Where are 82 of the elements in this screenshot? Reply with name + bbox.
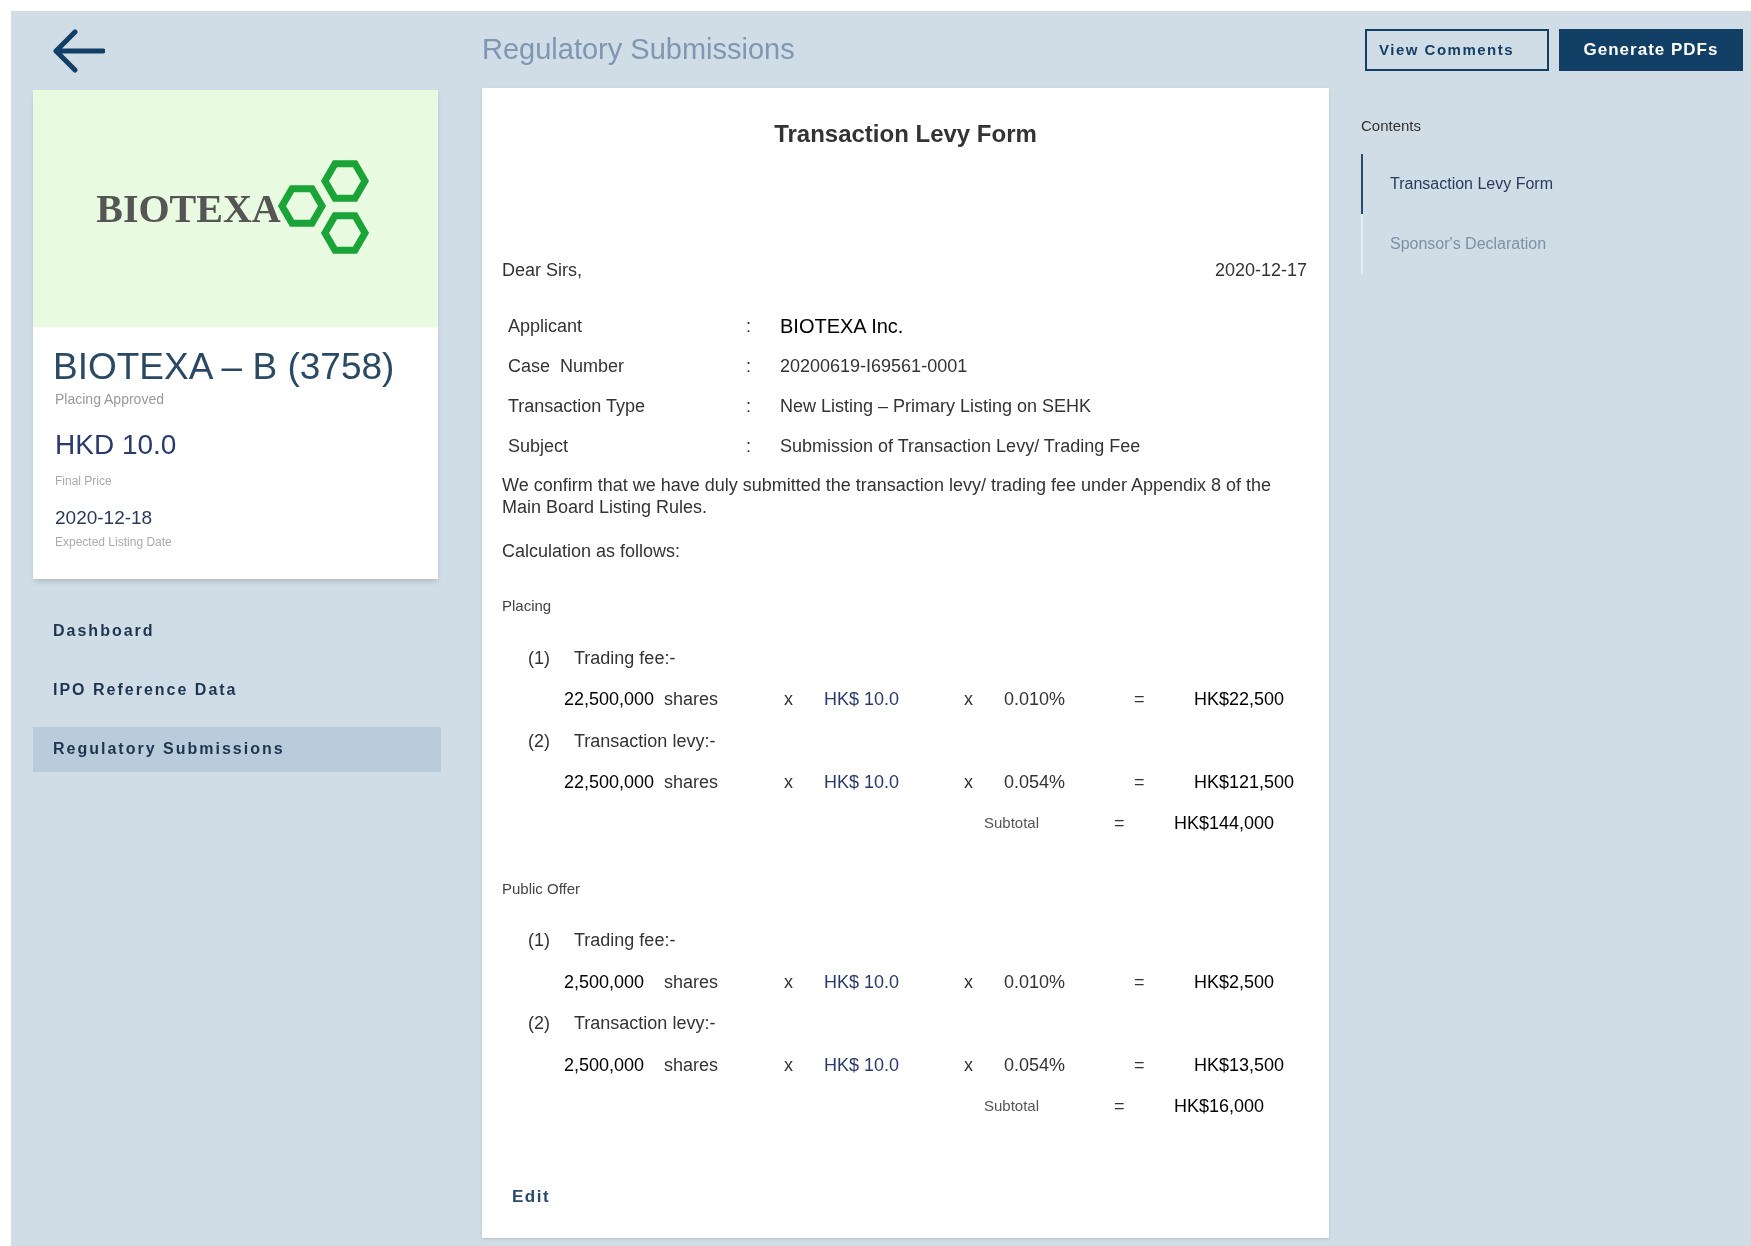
multiply-sign: x <box>784 970 794 994</box>
back-arrow-icon[interactable] <box>51 28 105 73</box>
amount: HK$2,500 <box>1194 970 1275 994</box>
rate: 0.054% <box>1004 771 1067 794</box>
share-price: HK$ 10.0 <box>824 1053 901 1077</box>
sidebar-item[interactable]: IPO Reference Data <box>33 667 441 713</box>
subtotal-label: Subtotal <box>984 1095 1041 1116</box>
contents-item[interactable]: Transaction Levy Form <box>1361 153 1751 214</box>
final-price: HKD 10.0 <box>55 428 178 462</box>
field-value: BIOTEXA Inc. <box>780 314 904 339</box>
field-value: New Listing – Primary Listing on SEHK <box>780 394 1092 418</box>
multiply-sign: x <box>964 970 974 994</box>
share-price: HK$ 10.0 <box>824 970 901 994</box>
item-number: (1) <box>528 929 551 952</box>
field-separator: : <box>746 314 752 338</box>
equals-sign: = <box>1114 812 1126 835</box>
item-label: Transaction levy:- <box>574 729 716 753</box>
subtotal-label: Subtotal <box>984 813 1041 834</box>
item-label: Trading fee:- <box>574 929 676 952</box>
logo-text: BIOTEXA <box>96 184 281 233</box>
amount: HK$121,500 <box>1194 771 1295 794</box>
subtotal-amount: HK$144,000 <box>1174 812 1275 835</box>
calculation-intro: Calculation as follows: <box>502 540 682 563</box>
amount: HK$22,500 <box>1194 688 1285 711</box>
multiply-sign: x <box>964 688 974 711</box>
multiply-sign: x <box>964 1053 974 1077</box>
field-label: Applicant <box>508 314 584 338</box>
share-unit: shares <box>664 771 720 794</box>
equals-sign: = <box>1134 1053 1146 1077</box>
edit-link[interactable]: Edit <box>512 1184 551 1210</box>
field-value: 20200619-I69561-0001 <box>780 354 968 378</box>
status-label: Placing Approved <box>55 390 165 409</box>
share-price: HK$ 10.0 <box>824 771 901 794</box>
rate: 0.010% <box>1004 688 1067 711</box>
amount: HK$13,500 <box>1194 1053 1285 1077</box>
view-comments-button[interactable]: View Comments <box>1365 28 1549 71</box>
sidebar-item[interactable]: Dashboard <box>33 608 441 654</box>
share-unit: shares <box>664 970 720 994</box>
item-label: Transaction levy:- <box>574 1012 716 1035</box>
multiply-sign: x <box>964 771 974 794</box>
subtotal-amount: HK$16,000 <box>1174 1094 1265 1118</box>
equals-sign: = <box>1134 970 1146 994</box>
share-count: 22,500,000 <box>564 771 656 794</box>
share-count: 22,500,000 <box>564 688 656 711</box>
generate-pdfs-button[interactable]: Generate PDFs <box>1559 28 1743 71</box>
field-label: Subject <box>508 434 570 458</box>
share-price: HK$ 10.0 <box>824 688 901 711</box>
multiply-sign: x <box>784 1053 794 1077</box>
field-value: Submission of Transaction Levy/ Trading Fee <box>780 434 1141 458</box>
field-separator: : <box>746 394 752 418</box>
letter-date: 2020-12-17 <box>1214 259 1307 282</box>
section-title: Placing <box>502 596 553 616</box>
equals-sign: = <box>1114 1094 1126 1118</box>
listing-date-label: Expected Listing Date <box>55 533 173 551</box>
rate: 0.010% <box>1004 970 1067 994</box>
equals-sign: = <box>1134 688 1146 711</box>
sidebar-item[interactable]: Regulatory Submissions <box>33 726 441 772</box>
field-separator: : <box>746 434 752 458</box>
equals-sign: = <box>1134 771 1146 794</box>
share-count: 2,500,000 <box>564 970 646 994</box>
item-number: (2) <box>528 1012 551 1035</box>
rate: 0.054% <box>1004 1053 1067 1077</box>
item-number: (1) <box>528 646 551 670</box>
item-number: (2) <box>528 729 551 753</box>
listing-date: 2020-12-18 <box>55 506 154 530</box>
item-label: Trading fee:- <box>574 646 676 670</box>
salutation: Dear Sirs, <box>502 259 582 282</box>
share-count: 2,500,000 <box>564 1053 646 1077</box>
page-title: Regulatory Submissions <box>482 31 795 67</box>
multiply-sign: x <box>784 688 794 711</box>
field-label: Case Number <box>508 354 626 378</box>
company-name: BIOTEXA – B (3758) <box>53 345 396 389</box>
share-unit: shares <box>664 1053 720 1077</box>
section-title: Public Offer <box>502 878 582 899</box>
multiply-sign: x <box>784 771 794 794</box>
field-label: Transaction Type <box>508 394 647 418</box>
final-price-label: Final Price <box>55 473 113 490</box>
confirmation-paragraph: We confirm that we have duly submitted the transaction levy/ trading fee under Appendix 8 of the Main Board Listing Rules. <box>502 474 1273 518</box>
document-title: Transaction Levy Form <box>774 119 1037 149</box>
contents-heading: Contents <box>1361 116 1423 136</box>
field-separator: : <box>746 354 752 378</box>
share-unit: shares <box>664 688 720 711</box>
